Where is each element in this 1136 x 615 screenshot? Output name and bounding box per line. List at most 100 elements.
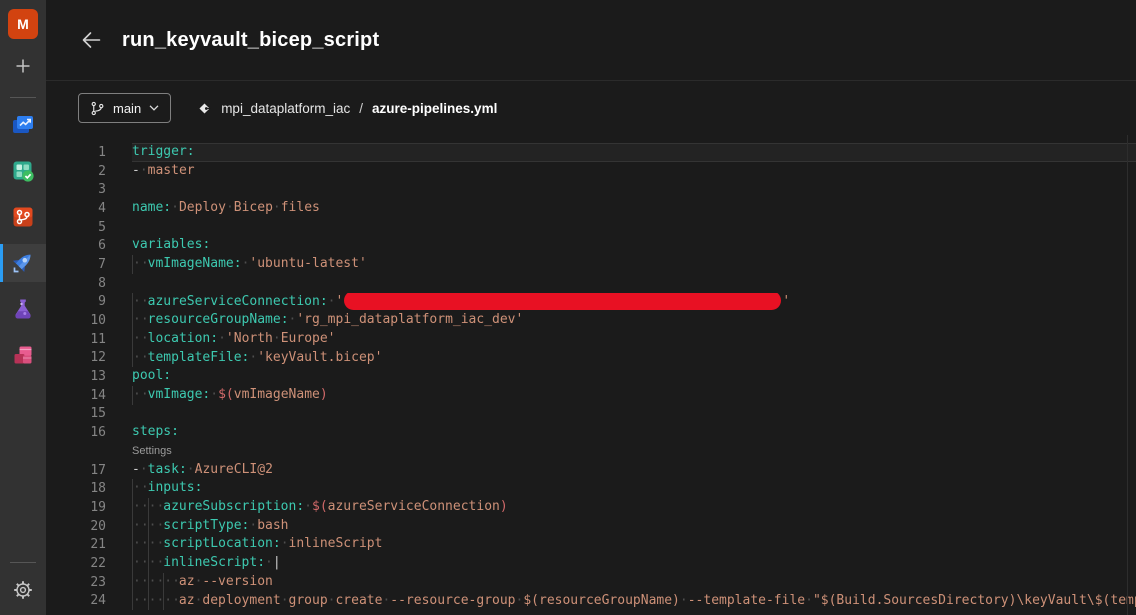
code-line: 7··vmImageName:·'ubuntu-latest' [46, 255, 1136, 274]
code-line-text: ··azureServiceConnection:·'' [132, 293, 1136, 312]
sidebar-divider [10, 97, 36, 98]
line-number: 20 [46, 519, 106, 534]
sidebar-item-settings[interactable] [0, 571, 46, 609]
indent-guide: ·· [132, 330, 148, 349]
line-number: 12 [46, 350, 106, 365]
indent-guide: ·· [132, 349, 148, 368]
code-line: 2 -·master [46, 162, 1136, 181]
sidebar-item-overview[interactable] [0, 106, 46, 144]
code-line-text: ····inlineScript:·| [132, 554, 1136, 573]
artifacts-boxes-icon [10, 342, 36, 368]
code-line: 14··vmImage:·$(vmImageName) [46, 386, 1136, 405]
line-number: 14 [46, 388, 106, 403]
sidebar-item-repos[interactable] [0, 198, 46, 236]
code-line-text [132, 218, 1136, 237]
redaction-pill [344, 293, 781, 310]
indent-guide: ·· [132, 293, 148, 312]
breadcrumb-file[interactable]: azure-pipelines.yml [372, 101, 497, 116]
code-line: 10··resourceGroupName:·'rg_mpi_dataplatf… [46, 311, 1136, 330]
code-line-text: name:·Deploy·Bicep·files [132, 199, 1136, 218]
code-line: 6variables: [46, 236, 1136, 255]
code-line: 13 pool: [46, 367, 1136, 386]
indent-guide: ·· [148, 517, 164, 536]
repos-branch-icon [10, 204, 36, 230]
indent-guide: ·· [132, 479, 148, 498]
line-number: 2 [46, 164, 106, 179]
org-avatar[interactable]: M [8, 9, 38, 39]
file-toolbar: main mpi_dataplatform_iac / azure-pipeli… [46, 81, 1136, 135]
code-line-text: ··vmImageName:·'ubuntu-latest' [132, 255, 1136, 274]
code-line: 23 ······az·--version [46, 573, 1136, 592]
line-number: 22 [46, 556, 106, 571]
line-number: 13 [46, 369, 106, 384]
code-line-text: ····azureSubscription:·$(azureServiceCon… [132, 498, 1136, 517]
code-line: 11··location:·'North·Europe' [46, 330, 1136, 349]
line-number: 4 [46, 201, 106, 216]
line-number: 5 [46, 220, 106, 235]
code-line: 24······az·deployment·group·create·--res… [46, 592, 1136, 611]
line-number: 16 [46, 425, 106, 440]
code-line-text: trigger: [132, 143, 1136, 162]
code-line-text [132, 274, 1136, 293]
sidebar-item-boards[interactable] [0, 152, 46, 190]
line-number: 23 [46, 575, 106, 590]
code-lines: 1trigger:2-·master34name:·Deploy·Bicep·f… [46, 143, 1136, 610]
code-line: 21····scriptLocation:·inlineScript [46, 535, 1136, 554]
line-number: 17 [46, 463, 106, 478]
indent-guide: ·· [163, 573, 179, 592]
indent-guide: ·· [132, 255, 148, 274]
code-line-text: ··location:·'North·Europe' [132, 330, 1136, 349]
code-line-text: ··resourceGroupName:·'rg_mpi_dataplatfor… [132, 311, 1136, 330]
branch-selector[interactable]: main [78, 93, 171, 123]
sidebar-item-pipelines[interactable] [0, 244, 46, 282]
sidebar-bottom-divider [10, 562, 36, 563]
code-line-text [132, 180, 1136, 199]
code-line: 1trigger: [46, 143, 1136, 162]
back-button[interactable] [78, 27, 104, 53]
line-number: 8 [46, 276, 106, 291]
indent-guide: ·· [148, 592, 164, 611]
line-number: 19 [46, 500, 106, 515]
pipelines-rocket-icon [10, 250, 36, 276]
code-line: 22 ····inlineScript:·| [46, 554, 1136, 573]
indent-guide: ·· [132, 386, 148, 405]
line-number: 6 [46, 238, 106, 253]
code-line-text: pool: [132, 367, 1136, 386]
sidebar-item-new[interactable] [0, 47, 46, 85]
line-number: 18 [46, 481, 106, 496]
breadcrumb: mpi_dataplatform_iac / azure-pipelines.y… [197, 101, 497, 116]
indent-guide: ·· [132, 498, 148, 517]
code-line-text: ····scriptType:·bash [132, 517, 1136, 536]
git-branch-icon [90, 101, 105, 116]
plus-icon [14, 57, 32, 75]
code-line-text: -·master [132, 162, 1136, 181]
sidebar-item-test-plans[interactable] [0, 290, 46, 328]
settings-lens-cell: Settings [132, 442, 1136, 461]
code-line-text [132, 405, 1136, 424]
editor-right-border [1127, 135, 1128, 615]
code-line-text: ······az·--version [132, 573, 1136, 592]
branch-name: main [113, 101, 141, 116]
indent-guide: ·· [148, 554, 164, 573]
indent-guide: ·· [132, 311, 148, 330]
indent-guide: ·· [163, 592, 179, 611]
line-number: 9 [46, 294, 106, 309]
code-line: 16 steps: [46, 423, 1136, 442]
code-line: 5 [46, 218, 1136, 237]
settings-lens-link[interactable]: Settings [132, 445, 172, 457]
indent-guide: ·· [132, 592, 148, 611]
indent-guide: ·· [132, 554, 148, 573]
indent-guide: ·· [132, 517, 148, 536]
breadcrumb-repo[interactable]: mpi_dataplatform_iac [221, 101, 350, 116]
code-editor[interactable]: 1trigger:2-·master34name:·Deploy·Bicep·f… [46, 135, 1136, 615]
boards-icon [10, 158, 36, 184]
code-line-text: ······az·deployment·group·create·--resou… [132, 592, 1136, 611]
indent-guide: ·· [148, 573, 164, 592]
code-line-text: -·task:·AzureCLI@2 [132, 461, 1136, 480]
code-line-text: ··templateFile:·'keyVault.bicep' [132, 349, 1136, 368]
app-root: M [0, 0, 1136, 615]
code-line-text: steps: [132, 423, 1136, 442]
code-line-text: ····scriptLocation:·inlineScript [132, 535, 1136, 554]
code-line: 20 ····scriptType:·bash [46, 517, 1136, 536]
sidebar-item-artifacts[interactable] [0, 336, 46, 374]
